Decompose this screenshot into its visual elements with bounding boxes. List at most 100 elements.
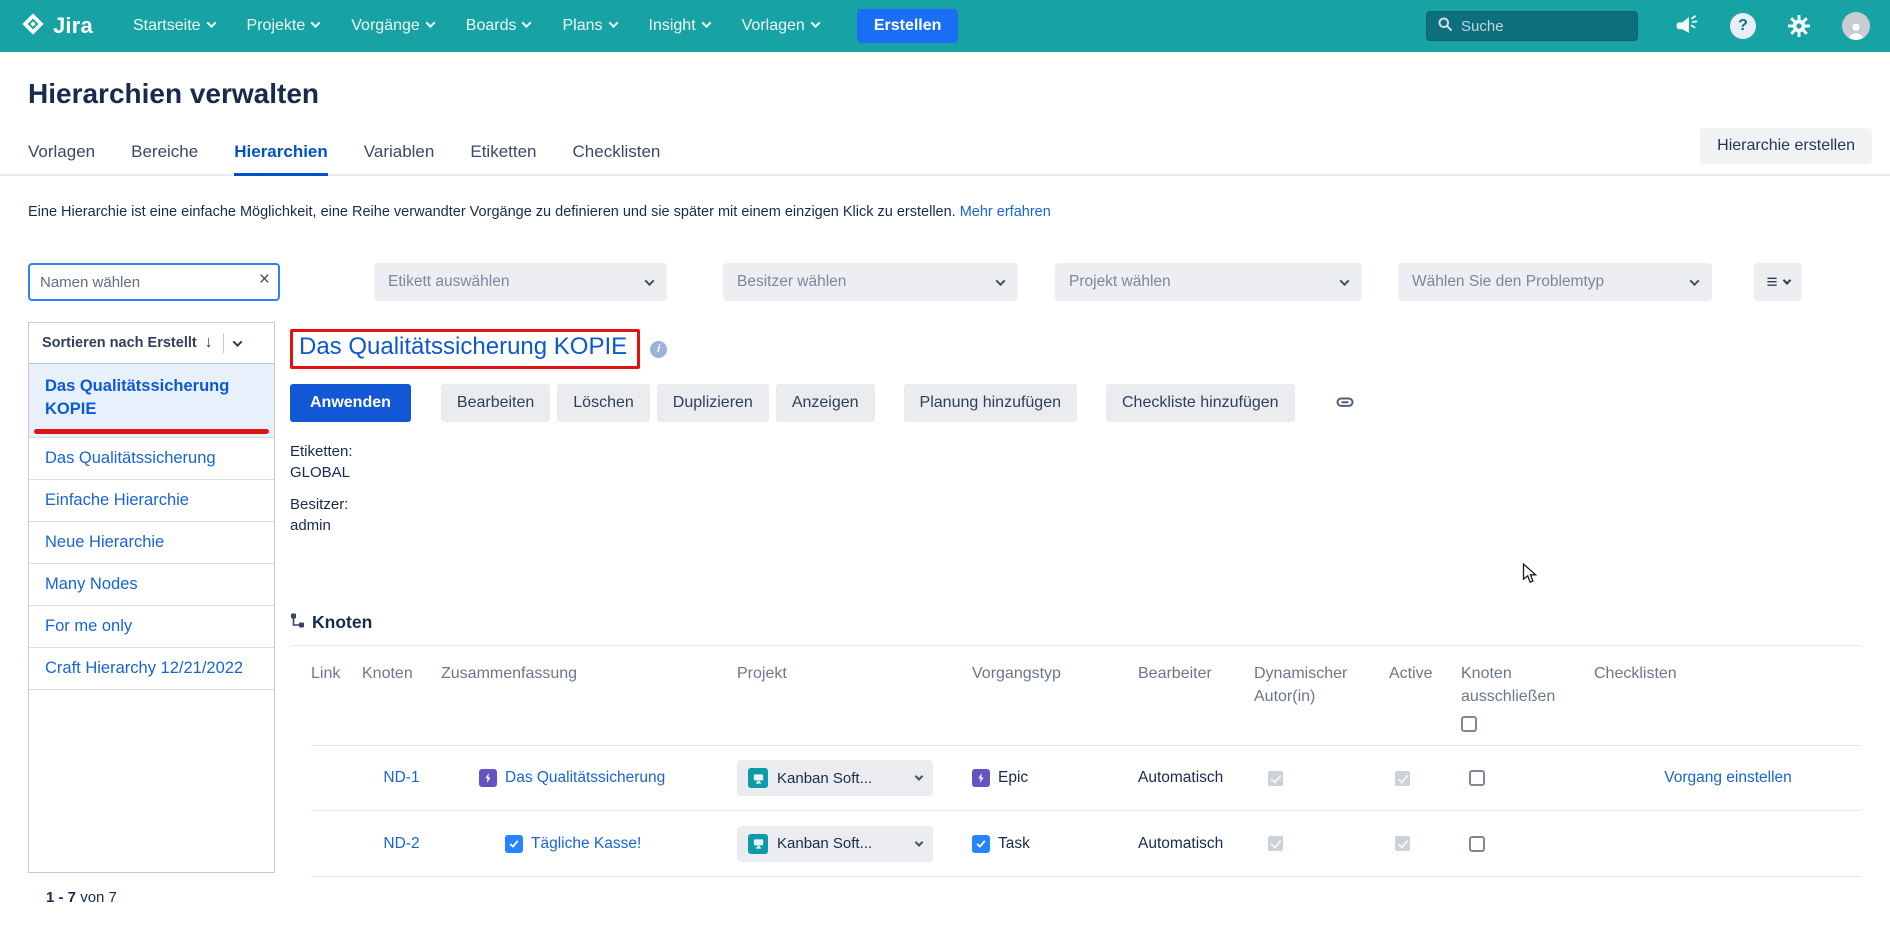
- active-checkbox: [1395, 836, 1410, 851]
- announcements-icon[interactable]: [1674, 14, 1700, 38]
- chevron-down-icon: [701, 18, 711, 28]
- view-options-button[interactable]: ≡: [1754, 263, 1802, 301]
- active-checkbox: [1395, 771, 1410, 786]
- labels-value: GLOBAL: [290, 463, 1862, 483]
- assignee-cell: Automatisch: [1138, 769, 1254, 787]
- nav-item-boards[interactable]: Boards: [466, 17, 531, 35]
- jira-brand[interactable]: Jira: [20, 11, 93, 42]
- hierarchy-item-selected[interactable]: Das Qualitätssicherung KOPIE: [29, 364, 274, 437]
- col-link: Link: [311, 662, 362, 732]
- owner-label: Besitzer:: [290, 495, 1862, 515]
- sort-control[interactable]: Sortieren nach Erstellt ↓: [28, 322, 275, 364]
- exclude-checkbox[interactable]: [1469, 836, 1485, 852]
- menu-icon: ≡: [1766, 273, 1777, 292]
- search-input[interactable]: [1461, 18, 1611, 35]
- chevron-down-icon: [996, 276, 1006, 286]
- global-search[interactable]: [1426, 11, 1638, 41]
- tab-bereiche[interactable]: Bereiche: [131, 142, 198, 174]
- nodes-icon: [290, 612, 305, 633]
- name-filter-input[interactable]: [28, 263, 280, 301]
- create-hierarchy-button[interactable]: Hierarchie erstellen: [1700, 128, 1872, 164]
- chevron-down-icon: [608, 18, 618, 28]
- add-checklist-button[interactable]: Checkliste hinzufügen: [1106, 384, 1295, 422]
- dynamic-author-cell: [1254, 836, 1389, 851]
- nav-item-plans[interactable]: Plans: [562, 17, 616, 35]
- node-key-link[interactable]: ND-2: [362, 835, 441, 853]
- show-button[interactable]: Anzeigen: [776, 384, 875, 422]
- summary-cell: Tägliche Kasse!: [441, 835, 737, 853]
- tab-variablen[interactable]: Variablen: [364, 142, 435, 174]
- copy-link-button[interactable]: [1326, 386, 1364, 420]
- epic-icon: [972, 769, 990, 787]
- nav-item-vorgaenge[interactable]: Vorgänge: [351, 17, 434, 35]
- issuetype-cell: Epic: [972, 769, 1138, 787]
- hierarchy-meta: Etiketten: GLOBAL Besitzer: admin: [290, 442, 1862, 536]
- tab-vorlagen[interactable]: Vorlagen: [28, 142, 95, 174]
- epic-icon: [479, 769, 497, 787]
- project-filter-select[interactable]: Projekt wählen: [1055, 263, 1362, 301]
- delete-button[interactable]: Löschen: [557, 384, 650, 422]
- duplicate-button[interactable]: Duplizieren: [657, 384, 769, 422]
- hierarchy-title: Das Qualitätssicherung KOPIE: [299, 333, 627, 360]
- apply-button[interactable]: Anwenden: [290, 384, 411, 422]
- summary-link[interactable]: Das Qualitätssicherung: [505, 769, 665, 787]
- pagination: 1 - 7 von 7: [46, 889, 275, 906]
- active-cell: [1389, 771, 1461, 786]
- add-plan-button[interactable]: Planung hinzufügen: [904, 384, 1077, 422]
- chevron-down-icon: [425, 18, 435, 28]
- project-avatar-icon: [748, 834, 768, 854]
- hierarchy-item[interactable]: For me only: [29, 605, 274, 647]
- edit-button[interactable]: Bearbeiten: [441, 384, 550, 422]
- learn-more-link[interactable]: Mehr erfahren: [960, 204, 1051, 220]
- info-icon[interactable]: i: [650, 341, 667, 358]
- project-avatar-icon: [748, 768, 768, 788]
- hierarchy-item[interactable]: Many Nodes: [29, 563, 274, 605]
- nav-item-startseite[interactable]: Startseite: [133, 17, 215, 35]
- nav-item-projekte[interactable]: Projekte: [247, 17, 320, 35]
- top-navigation: Jira Startseite Projekte Vorgänge Boards…: [0, 0, 1890, 52]
- col-active: Active: [1389, 662, 1461, 732]
- col-vorgangstyp: Vorgangstyp: [972, 662, 1138, 732]
- help-icon[interactable]: ?: [1730, 13, 1756, 39]
- hierarchy-item[interactable]: Das Qualitätssicherung: [29, 437, 274, 479]
- nodes-table-header: Link Knoten Zusammenfassung Projekt Vorg…: [311, 646, 1862, 732]
- project-select[interactable]: Kanban Soft...: [737, 760, 933, 796]
- exclude-cell: [1461, 770, 1594, 786]
- exclude-all-checkbox[interactable]: [1461, 716, 1477, 732]
- hierarchy-item[interactable]: Neue Hierarchie: [29, 521, 274, 563]
- checklist-cell: Vorgang einstellen: [1594, 769, 1862, 787]
- sort-direction-icon[interactable]: ↓: [205, 334, 213, 352]
- project-cell: Kanban Soft...: [737, 826, 972, 862]
- col-dynamischer-autor: Dynamischer Autor(in): [1254, 662, 1389, 732]
- issuetype-filter-select[interactable]: Wählen Sie den Problemtyp: [1398, 263, 1712, 301]
- active-cell: [1389, 836, 1461, 851]
- sort-chevron-icon[interactable]: [232, 337, 242, 347]
- tab-etiketten[interactable]: Etiketten: [470, 142, 536, 174]
- project-select[interactable]: Kanban Soft...: [737, 826, 933, 862]
- tab-checklisten[interactable]: Checklisten: [573, 142, 661, 174]
- summary-cell: Das Qualitätssicherung: [441, 769, 737, 787]
- exclude-checkbox[interactable]: [1469, 770, 1485, 786]
- chevron-down-icon: [206, 18, 216, 28]
- chevron-down-icon: [311, 18, 321, 28]
- search-icon: [1437, 16, 1453, 37]
- link-icon: [1334, 391, 1356, 416]
- nav-item-vorlagen[interactable]: Vorlagen: [742, 17, 819, 35]
- clear-name-filter-icon[interactable]: ×: [259, 269, 270, 292]
- summary-link[interactable]: Tägliche Kasse!: [531, 835, 641, 853]
- settings-gear-icon[interactable]: [1786, 13, 1812, 39]
- owner-filter-select[interactable]: Besitzer wählen: [723, 263, 1018, 301]
- col-checklisten: Checklisten: [1594, 662, 1862, 732]
- col-knoten: Knoten: [362, 662, 441, 732]
- set-issue-link[interactable]: Vorgang einstellen: [1664, 769, 1792, 786]
- label-filter-select[interactable]: Etikett auswählen: [374, 263, 667, 301]
- chevron-down-icon: [645, 276, 655, 286]
- hierarchy-item[interactable]: Einfache Hierarchie: [29, 479, 274, 521]
- tab-hierarchien[interactable]: Hierarchien: [234, 142, 328, 174]
- hierarchy-item[interactable]: Craft Hierarchy 12/21/2022: [29, 647, 274, 689]
- create-issue-button[interactable]: Erstellen: [857, 9, 959, 43]
- node-key-link[interactable]: ND-1: [362, 769, 441, 787]
- nav-item-insight[interactable]: Insight: [649, 17, 710, 35]
- exclude-cell: [1461, 836, 1594, 852]
- user-avatar[interactable]: [1842, 12, 1870, 40]
